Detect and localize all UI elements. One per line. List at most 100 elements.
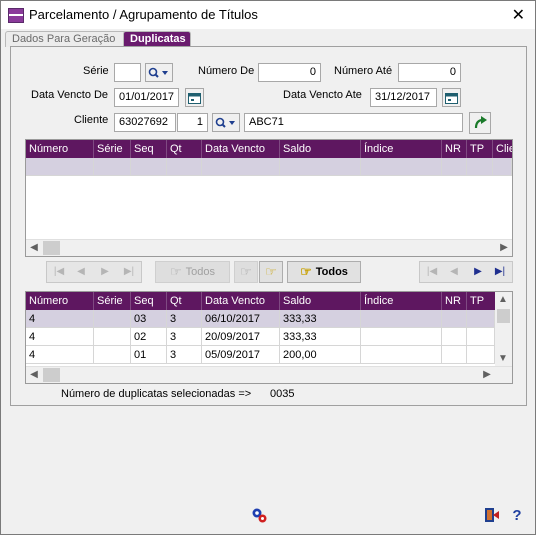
lower-nav-group: |◀ ◀ ▶ ▶|: [419, 261, 513, 283]
cell-numero: 4: [26, 328, 94, 346]
col-nr[interactable]: NR: [442, 140, 467, 158]
col-seq[interactable]: Seq: [131, 292, 167, 310]
data-vencto-ate-input[interactable]: 31/12/2017: [370, 88, 437, 107]
numero-de-input[interactable]: 0: [258, 63, 321, 82]
cell-data-vencto: 20/09/2017: [202, 328, 280, 346]
help-button[interactable]: ?: [506, 504, 528, 526]
first-record-icon[interactable]: |◀: [422, 264, 442, 280]
hand-pointer-icon: ☞: [265, 264, 277, 279]
cell-seq: 02: [131, 328, 167, 346]
cell-data-vencto: 06/10/2017: [202, 310, 280, 328]
scroll-thumb[interactable]: [43, 368, 60, 382]
select-all-button[interactable]: ☞ Todos: [287, 261, 361, 283]
col-numero[interactable]: Número: [26, 140, 94, 158]
tab-duplicatas[interactable]: Duplicatas: [123, 31, 191, 47]
cell-nr: [442, 346, 467, 364]
scroll-left-icon[interactable]: ◀: [26, 240, 42, 256]
cliente-name-input[interactable]: ABC71: [244, 113, 463, 132]
serie-input[interactable]: [114, 63, 141, 82]
col-tp[interactable]: TP: [467, 140, 493, 158]
col-serie[interactable]: Série: [94, 140, 131, 158]
title-bar: Parcelamento / Agrupamento de Títulos ✕: [1, 1, 535, 29]
cell-indice: [361, 346, 442, 364]
data-vencto-de-input[interactable]: 01/01/2017: [114, 88, 179, 107]
table-row[interactable]: 4 01 3 05/09/2017 200,00: [26, 346, 495, 364]
close-button[interactable]: ✕: [512, 5, 525, 25]
col-serie[interactable]: Série: [94, 292, 131, 310]
select-one-disabled-button[interactable]: ☞: [234, 261, 258, 283]
summary-count: 0035: [270, 388, 295, 400]
cell-tp: [467, 346, 495, 364]
table-row[interactable]: [26, 158, 512, 176]
cliente-seq-input[interactable]: 1: [177, 113, 208, 132]
window-title: Parcelamento / Agrupamento de Títulos: [29, 7, 258, 22]
cell-saldo: 200,00: [280, 346, 361, 364]
scroll-thumb[interactable]: [497, 309, 510, 323]
table-row[interactable]: 4 02 3 20/09/2017 333,33: [26, 328, 495, 346]
col-qt[interactable]: Qt: [167, 292, 202, 310]
process-button[interactable]: [248, 504, 270, 526]
cell-data-vencto: 05/09/2017: [202, 346, 280, 364]
cell-tp: [467, 310, 495, 328]
upper-grid[interactable]: Número Série Seq Qt Data Vencto Saldo Ín…: [25, 139, 513, 257]
table-row[interactable]: 4 03 3 06/10/2017 333,33: [26, 310, 495, 328]
next-record-icon[interactable]: ▶: [95, 264, 115, 280]
gears-icon: [252, 508, 267, 523]
calendar-ate-button[interactable]: [442, 88, 461, 107]
col-data-vencto[interactable]: Data Vencto: [202, 292, 280, 310]
scroll-left-icon[interactable]: ◀: [26, 367, 42, 383]
data-vencto-ate-label: Data Vencto Ate: [283, 89, 362, 101]
col-indice[interactable]: Índice: [361, 292, 442, 310]
cell-seq: 03: [131, 310, 167, 328]
col-numero[interactable]: Número: [26, 292, 94, 310]
col-cliente[interactable]: Clie: [493, 140, 512, 158]
help-icon: ?: [512, 506, 522, 524]
last-record-icon[interactable]: ▶|: [490, 264, 510, 280]
hand-pointer-icon: ☞: [240, 264, 252, 279]
col-tp[interactable]: TP: [467, 292, 495, 310]
tab-dados-para-geracao[interactable]: Dados Para Geração: [5, 31, 127, 47]
col-qt[interactable]: Qt: [167, 140, 202, 158]
upper-horizontal-scrollbar[interactable]: ◀ ▶: [26, 239, 512, 256]
main-window: Parcelamento / Agrupamento de Títulos ✕ …: [0, 0, 536, 535]
cell-serie: [94, 310, 131, 328]
cliente-lookup-button[interactable]: [212, 113, 240, 132]
select-one-button[interactable]: ☞: [259, 261, 283, 283]
cell-qt: 3: [167, 328, 202, 346]
data-vencto-de-label: Data Vencto De: [31, 89, 109, 101]
cell-numero: 4: [26, 346, 94, 364]
last-record-icon[interactable]: ▶|: [119, 264, 139, 280]
next-record-icon[interactable]: ▶: [468, 264, 488, 280]
first-record-icon[interactable]: |◀: [49, 264, 69, 280]
exit-button[interactable]: [481, 504, 503, 526]
scroll-right-icon[interactable]: ▶: [479, 367, 495, 383]
scroll-down-icon[interactable]: ▼: [495, 351, 511, 367]
col-saldo[interactable]: Saldo: [280, 140, 361, 158]
lower-grid[interactable]: Número Série Seq Qt Data Vencto Saldo Ín…: [25, 291, 513, 384]
col-seq[interactable]: Seq: [131, 140, 167, 158]
serie-lookup-button[interactable]: [145, 63, 173, 82]
prev-record-icon[interactable]: ◀: [444, 264, 464, 280]
col-indice[interactable]: Índice: [361, 140, 442, 158]
cell-tp: [467, 328, 495, 346]
calendar-de-button[interactable]: [185, 88, 204, 107]
cell-saldo: 333,33: [280, 310, 361, 328]
search-icon: [215, 117, 235, 128]
prev-record-icon[interactable]: ◀: [71, 264, 91, 280]
select-all-disabled-button[interactable]: ☞ Todos: [155, 261, 230, 283]
refresh-arrow-icon: [474, 116, 487, 129]
col-data-vencto[interactable]: Data Vencto: [202, 140, 280, 158]
scroll-right-icon[interactable]: ▶: [496, 240, 512, 256]
cell-nr: [442, 328, 467, 346]
cliente-label: Cliente: [74, 114, 109, 126]
col-saldo[interactable]: Saldo: [280, 292, 361, 310]
cliente-code-input[interactable]: 63027692: [114, 113, 176, 132]
col-nr[interactable]: NR: [442, 292, 467, 310]
scroll-up-icon[interactable]: ▲: [495, 292, 511, 308]
vertical-scrollbar[interactable]: ▲ ▼: [495, 292, 512, 367]
scroll-thumb[interactable]: [43, 241, 60, 255]
lower-horizontal-scrollbar[interactable]: ◀ ▶: [26, 366, 512, 383]
numero-ate-label: Número Até: [334, 65, 393, 77]
numero-ate-input[interactable]: 0: [398, 63, 461, 82]
refresh-button[interactable]: [469, 112, 491, 134]
